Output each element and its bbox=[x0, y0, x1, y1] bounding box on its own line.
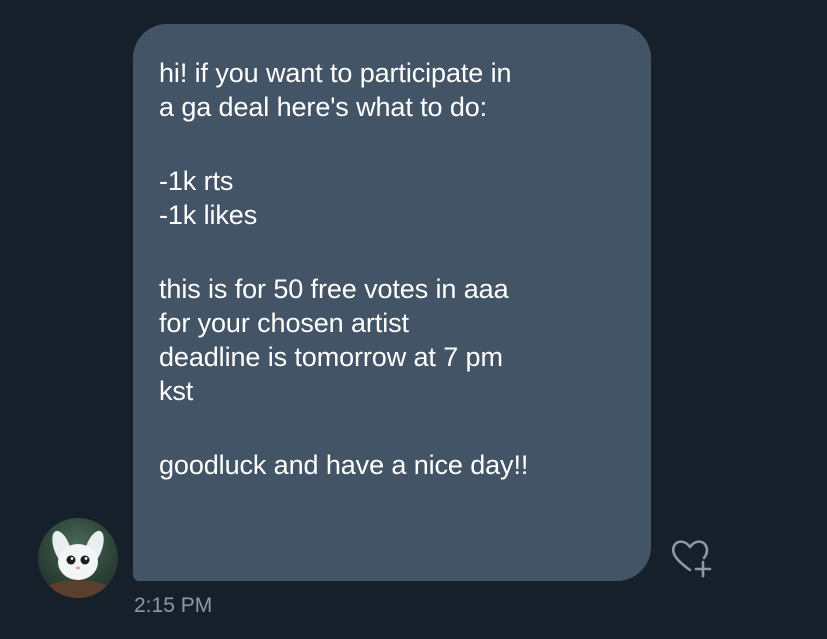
message-line: a ga deal here's what to do: bbox=[159, 92, 488, 122]
message-line: deadline is tomorrow at 7 pm bbox=[159, 342, 503, 372]
add-reaction-button[interactable] bbox=[668, 535, 712, 579]
message-line: this is for 50 free votes in aaa bbox=[159, 274, 509, 304]
message-line: kst bbox=[159, 376, 194, 406]
bunny-icon bbox=[44, 530, 112, 598]
message-line: for your chosen artist bbox=[159, 308, 409, 338]
dm-conversation: hi! if you want to participate in a ga d… bbox=[0, 0, 827, 639]
message-line: hi! if you want to participate in bbox=[159, 58, 512, 88]
message-line: -1k rts bbox=[159, 166, 234, 196]
message-timestamp: 2:15 PM bbox=[134, 594, 213, 617]
message-line: goodluck and have a nice day!! bbox=[159, 450, 529, 480]
message-line: -1k likes bbox=[159, 200, 258, 230]
sender-avatar[interactable] bbox=[38, 518, 118, 598]
message-bubble[interactable]: hi! if you want to participate in a ga d… bbox=[133, 24, 651, 581]
heart-plus-icon bbox=[671, 540, 712, 578]
